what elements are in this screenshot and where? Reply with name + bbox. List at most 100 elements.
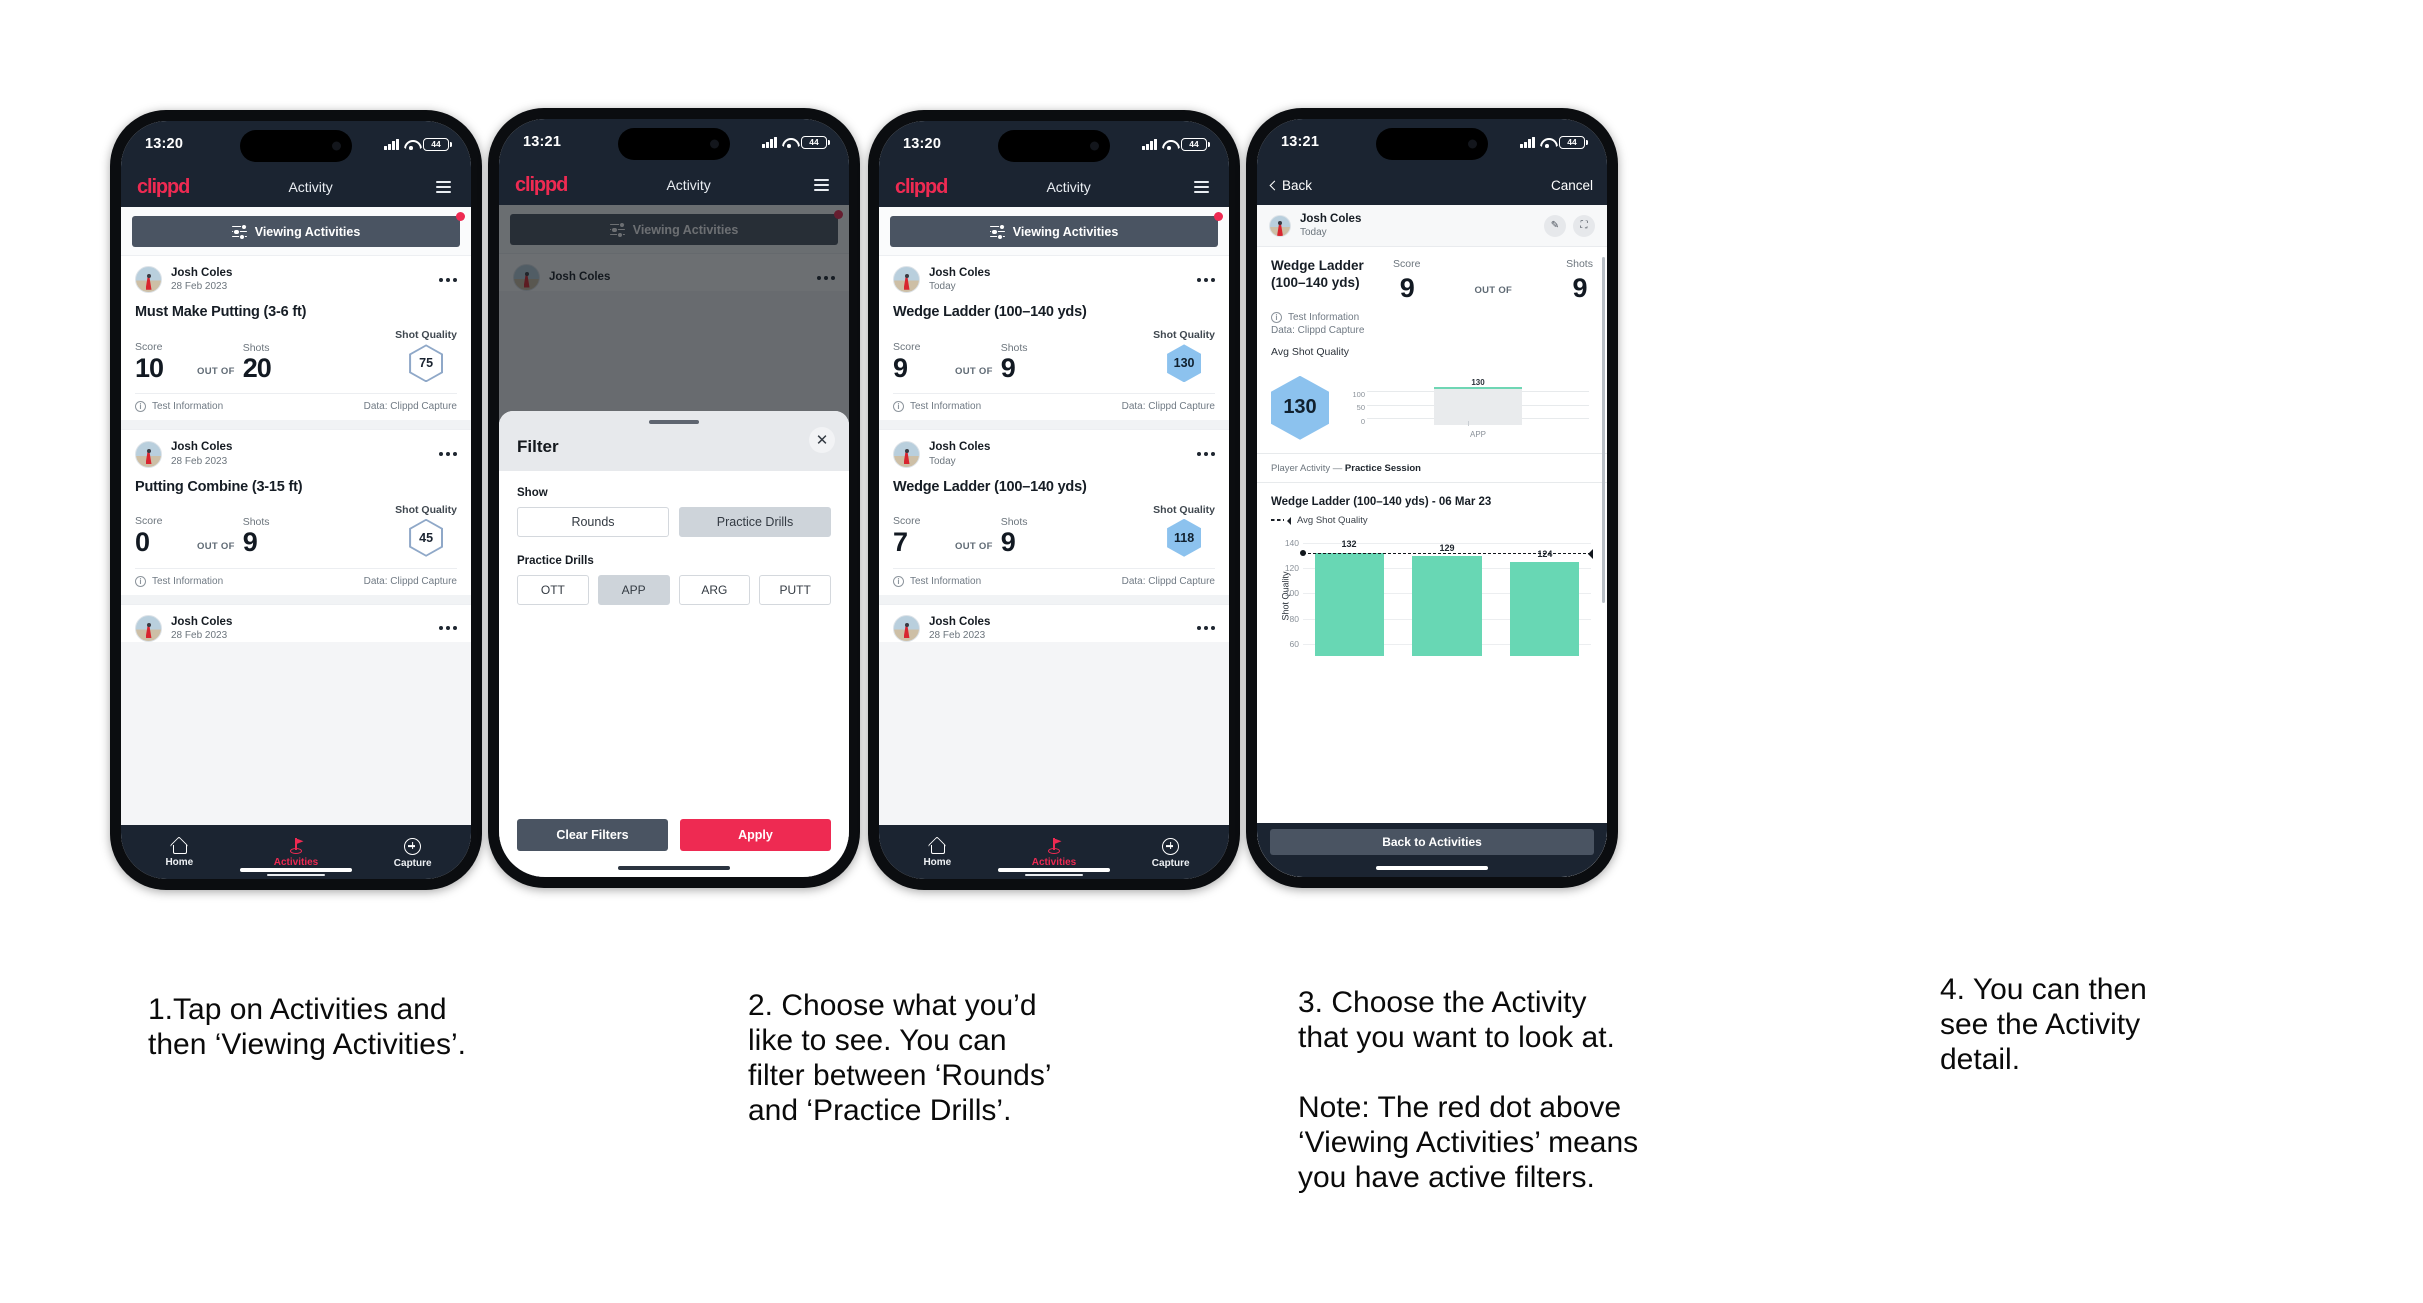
apply-button[interactable]: Apply	[680, 819, 831, 851]
notch	[618, 128, 730, 160]
avatar	[135, 266, 162, 294]
more-options-icon[interactable]	[1197, 274, 1215, 286]
cancel-button[interactable]: Cancel	[1551, 178, 1593, 193]
cellular-signal-icon	[1142, 138, 1157, 150]
app-header: clippd Activity	[121, 167, 471, 207]
mini-chart-x-label: APP	[1469, 429, 1486, 439]
mini-chart-plot: 130	[1367, 377, 1589, 425]
ytick: 140	[1284, 537, 1299, 548]
player-activity-line: Player Activity — Practice Session	[1257, 454, 1607, 483]
shot-quality-bar-chart: Shot Quality 140 120 100 80 60 132 129 1…	[1263, 536, 1597, 656]
shots-value: 9	[1000, 527, 1016, 558]
more-options-icon[interactable]	[439, 274, 457, 286]
test-information-label: Test Information	[1288, 311, 1360, 323]
tab-home[interactable]: Home	[121, 839, 238, 868]
drill-option-app[interactable]: APP	[597, 575, 670, 605]
tab-activities-label: Activities	[1031, 857, 1077, 868]
card-divider	[121, 420, 471, 430]
activity-card-partial[interactable]: Josh Coles 28 Feb 2023	[121, 603, 471, 643]
user-name: Josh Coles	[1300, 213, 1362, 225]
tab-capture[interactable]: Capture	[354, 837, 471, 869]
score-value: 7	[893, 527, 908, 558]
screen-body: Viewing Activities Josh Coles	[499, 205, 849, 877]
info-icon: i	[1271, 311, 1282, 323]
filter-sheet-body: Show Rounds Practice Drills Practice Dri…	[499, 471, 849, 819]
activity-date: 28 Feb 2023	[929, 630, 986, 642]
tab-capture[interactable]: Capture	[1112, 837, 1229, 869]
viewing-activities-label: Viewing Activities	[254, 224, 361, 239]
more-options-icon[interactable]	[1197, 448, 1215, 460]
chart-bar	[1412, 556, 1482, 656]
activity-card[interactable]: Josh Coles 28 Feb 2023 Putting Combine (…	[121, 429, 471, 595]
shot-quality-hex: 118	[1167, 518, 1202, 557]
show-option-practice-drills[interactable]: Practice Drills	[679, 507, 831, 537]
page-title: Activity	[1046, 179, 1091, 195]
viewing-activities-button[interactable]: Viewing Activities	[890, 216, 1218, 247]
activity-detail: Josh Coles Today ✎ ⛶ Wedge Ladder (100–1…	[1257, 205, 1607, 877]
drill-option-ott[interactable]: OTT	[517, 575, 589, 605]
close-icon[interactable]: ✕	[809, 427, 835, 453]
shots-value: 20	[242, 353, 272, 384]
battery-icon: 44	[1559, 135, 1588, 149]
sliders-icon	[231, 223, 248, 241]
drill-option-putt[interactable]: PUTT	[759, 575, 831, 605]
caption-step-4: 4. You can then see the Activity detail.	[1940, 973, 2147, 1077]
info-icon: i	[893, 401, 904, 413]
app-header: clippd Activity	[499, 165, 849, 205]
shot-quality-label: Shot Quality	[1153, 503, 1215, 516]
show-option-rounds[interactable]: Rounds	[517, 507, 669, 537]
sheet-grabber[interactable]	[649, 420, 699, 424]
ytick: 120	[1284, 563, 1299, 574]
user-name: Josh Coles	[171, 441, 233, 454]
hamburger-menu-icon[interactable]	[1190, 177, 1213, 197]
out-of-label: OUT OF	[197, 540, 235, 552]
pencil-icon[interactable]: ✎	[1544, 214, 1566, 237]
chart-legend: Avg Shot Quality	[1257, 508, 1607, 526]
screen-body: Viewing Activities Josh Coles 28 Feb 202…	[121, 207, 471, 825]
score-label: Score	[893, 515, 921, 528]
tab-home[interactable]: Home	[879, 839, 996, 868]
chart-bar	[1314, 552, 1384, 656]
activity-stats: Score 0 OUT OF Shots 9 Shot Quality 45	[135, 504, 457, 568]
activity-card[interactable]: Josh Coles 28 Feb 2023 Must Make Putting…	[121, 255, 471, 421]
tab-capture-label: Capture	[1151, 857, 1190, 869]
activity-card-partial[interactable]: Josh Coles 28 Feb 2023	[879, 603, 1229, 643]
filter-sheet-header: ✕ Filter	[499, 411, 849, 471]
back-button[interactable]: Back	[1269, 178, 1312, 193]
drill-option-arg[interactable]: ARG	[678, 575, 751, 605]
activity-card[interactable]: Josh Coles Today Wedge Ladder (100–140 y…	[879, 429, 1229, 595]
avatar	[135, 440, 162, 468]
practice-drills-label: Practice Drills	[517, 555, 594, 567]
show-options: Rounds Practice Drills	[517, 507, 831, 537]
card-divider	[121, 594, 471, 604]
viewing-activities-label: Viewing Activities	[1012, 224, 1119, 239]
more-options-icon[interactable]	[439, 448, 457, 460]
golf-flag-icon	[288, 838, 305, 854]
shot-quality-value: 75	[411, 346, 442, 381]
back-to-activities-button[interactable]: Back to Activities	[1270, 829, 1594, 855]
hamburger-menu-icon[interactable]	[432, 177, 455, 197]
page-title: Activity	[288, 179, 333, 195]
battery-icon: 44	[801, 135, 830, 149]
tab-activities[interactable]: Activities	[996, 838, 1113, 868]
hamburger-menu-icon[interactable]	[810, 175, 833, 195]
screen-body: Josh Coles Today ✎ ⛶ Wedge Ladder (100–1…	[1257, 205, 1607, 877]
score-label: Score	[135, 515, 163, 528]
wifi-icon	[782, 137, 796, 148]
test-information-label: Test Information	[910, 401, 982, 413]
notch	[1376, 128, 1488, 160]
app-header: clippd Activity	[879, 167, 1229, 207]
activity-card[interactable]: Josh Coles Today Wedge Ladder (100–140 y…	[879, 255, 1229, 421]
more-options-icon[interactable]	[1197, 622, 1215, 634]
filter-sheet: ✕ Filter Show Rounds Practice Drills Pra…	[499, 411, 849, 877]
tab-activities[interactable]: Activities	[238, 838, 355, 868]
detail-meta: i Test Information Data: Clippd Capture	[1257, 303, 1607, 336]
home-indicator	[998, 867, 1110, 872]
fullscreen-icon[interactable]: ⛶	[1573, 214, 1595, 237]
clear-filters-button[interactable]: Clear Filters	[517, 819, 668, 851]
scrollbar[interactable]	[1602, 257, 1605, 815]
more-options-icon[interactable]	[439, 622, 457, 634]
viewing-activities-button[interactable]: Viewing Activities	[132, 216, 460, 247]
data-source-label: Data: Clippd Capture	[1271, 324, 1365, 336]
info-icon: i	[893, 575, 904, 587]
